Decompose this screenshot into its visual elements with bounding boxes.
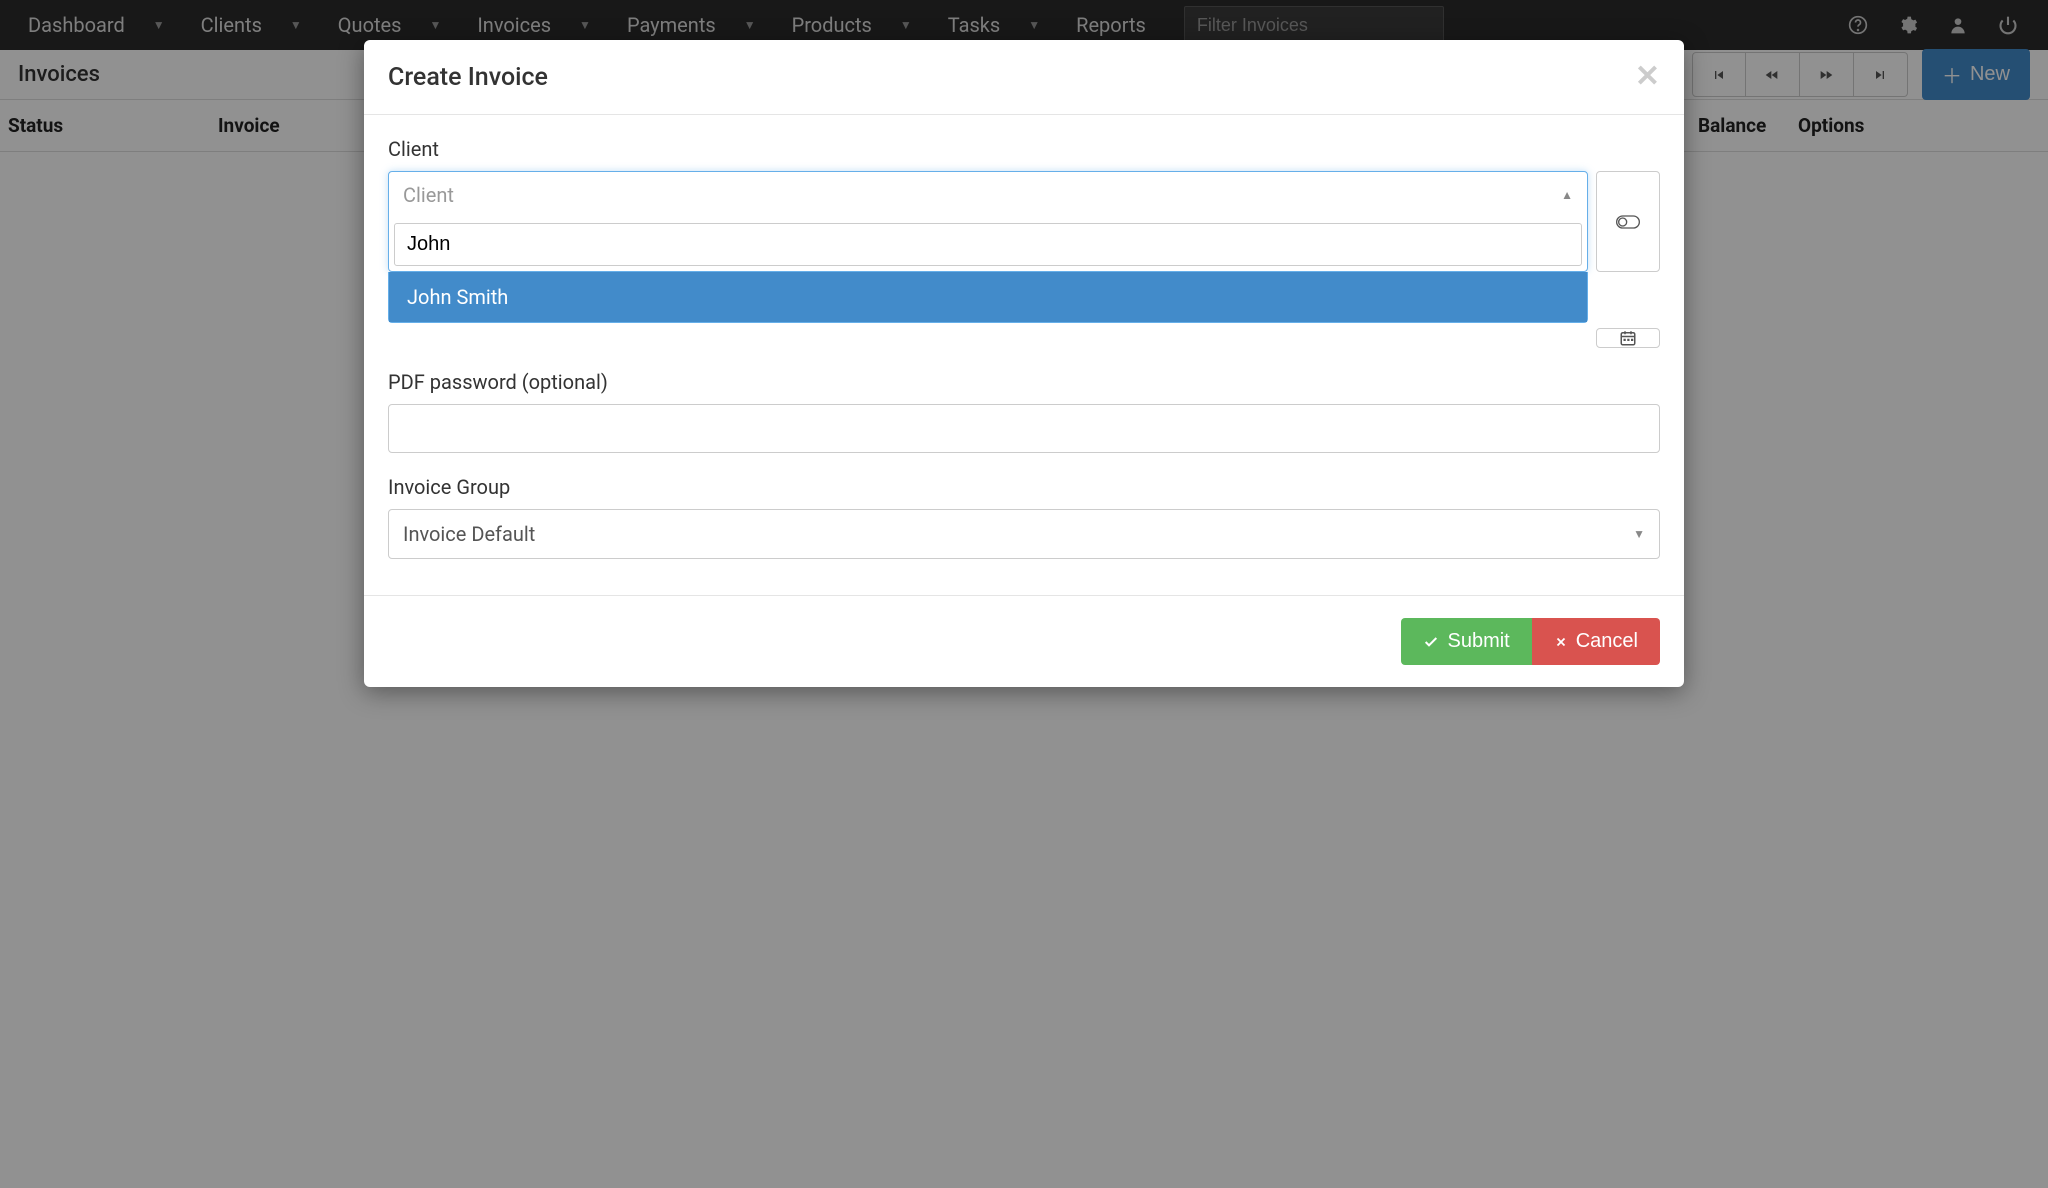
pdf-password-label: PDF password (optional) <box>388 370 1660 394</box>
cancel-label: Cancel <box>1576 630 1638 653</box>
client-input-group: Client ▲ John Smith <box>388 171 1660 272</box>
pdf-password-form-group: PDF password (optional) <box>388 370 1660 453</box>
client-option[interactable]: John Smith <box>389 272 1587 322</box>
client-search-wrap <box>389 218 1587 271</box>
client-search-input[interactable] <box>394 223 1582 266</box>
date-picker-button[interactable] <box>1596 328 1660 348</box>
caret-up-icon: ▲ <box>1561 188 1573 202</box>
client-form-group: Client Client ▲ John Smith <box>388 137 1660 272</box>
modal-body: Client Client ▲ John Smith <box>364 115 1684 595</box>
invoice-group-selected: Invoice Default <box>403 522 535 546</box>
cancel-button[interactable]: Cancel <box>1532 618 1660 665</box>
invoice-group-select[interactable]: Invoice Default ▼ <box>388 509 1660 559</box>
modal-close-button[interactable]: ✕ <box>1635 62 1660 92</box>
modal-header: Create Invoice ✕ <box>364 40 1684 115</box>
caret-down-icon: ▼ <box>1633 527 1645 541</box>
check-icon <box>1423 634 1439 650</box>
client-dropdown-results: John Smith <box>388 272 1588 323</box>
pdf-password-input[interactable] <box>388 404 1660 453</box>
create-invoice-modal: Create Invoice ✕ Client Client ▲ <box>364 40 1684 687</box>
date-form-group <box>388 328 1660 348</box>
client-select[interactable]: Client ▲ <box>388 171 1588 272</box>
toggle-client-button[interactable] <box>1596 171 1660 272</box>
submit-button[interactable]: Submit <box>1401 618 1531 665</box>
date-input-group <box>388 328 1660 348</box>
client-select-wrap: Client ▲ John Smith <box>388 171 1588 272</box>
close-icon <box>1554 635 1568 649</box>
modal-footer: Submit Cancel <box>364 595 1684 687</box>
client-select-placeholder: Client <box>403 183 454 207</box>
client-label: Client <box>388 137 1660 161</box>
modal-title: Create Invoice <box>388 63 548 92</box>
client-select-display: Client ▲ <box>389 172 1587 218</box>
submit-label: Submit <box>1447 630 1509 653</box>
invoice-group-form-group: Invoice Group Invoice Default ▼ <box>388 475 1660 559</box>
invoice-group-label: Invoice Group <box>388 475 1660 499</box>
